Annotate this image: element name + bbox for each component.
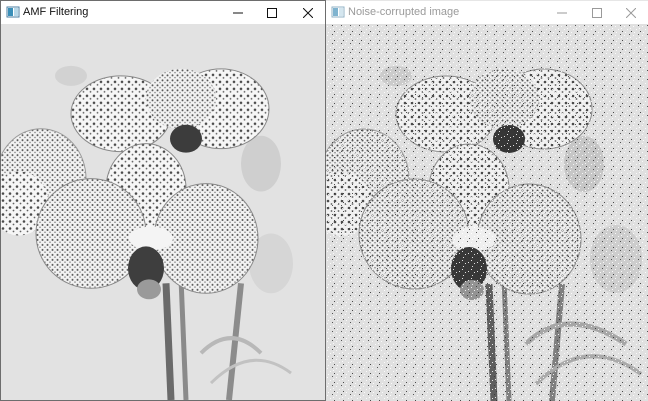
orchid-photo-noisy [326, 24, 648, 401]
app-window-icon [6, 6, 20, 18]
window-title: AMF Filtering [23, 6, 89, 18]
app-window-icon [331, 6, 345, 18]
minimize-button[interactable] [544, 1, 580, 24]
minimize-icon [233, 12, 243, 13]
title-bar[interactable]: Noise-corrupted image [326, 1, 648, 24]
maximize-icon [592, 7, 602, 18]
maximize-icon [267, 7, 277, 18]
close-icon [303, 7, 313, 18]
window-title: Noise-corrupted image [348, 6, 460, 18]
close-button[interactable] [613, 1, 648, 24]
noisy-image-area [326, 24, 648, 401]
minimize-icon [557, 12, 567, 13]
close-button[interactable] [290, 1, 325, 24]
minimize-button[interactable] [220, 1, 256, 24]
filtered-image-area [1, 24, 325, 400]
close-icon [626, 7, 636, 18]
maximize-button[interactable] [579, 1, 615, 24]
maximize-button[interactable] [254, 1, 290, 24]
orchid-photo-filtered [1, 24, 325, 400]
title-bar[interactable]: AMF Filtering [1, 1, 325, 24]
noise-corrupted-window[interactable]: Noise-corrupted image [326, 0, 648, 401]
amf-filtering-window[interactable]: AMF Filtering [0, 0, 326, 401]
